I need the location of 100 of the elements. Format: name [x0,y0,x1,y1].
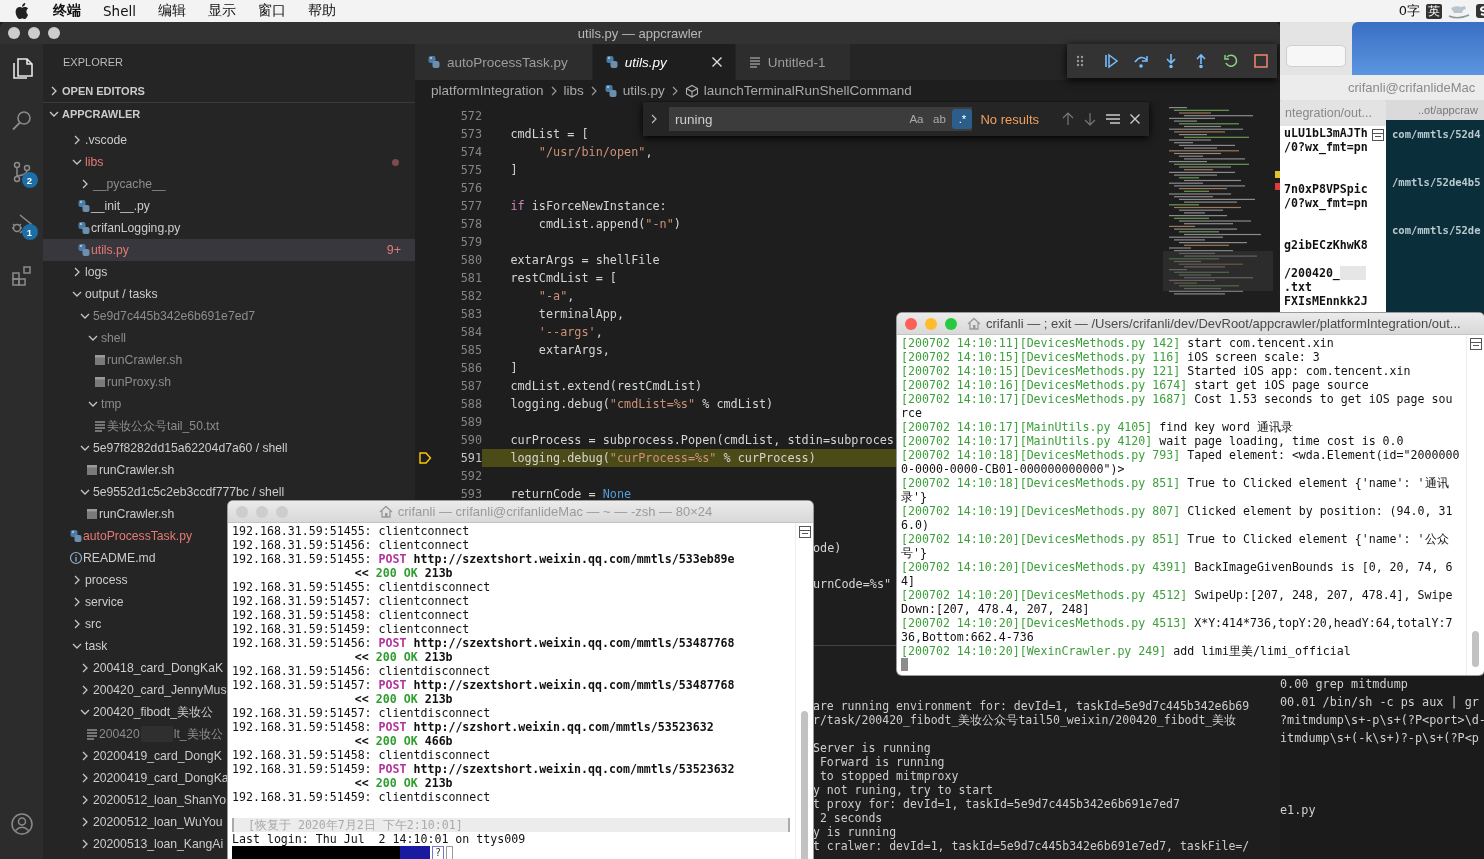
continue-icon[interactable] [1103,53,1119,69]
text-field[interactable] [1286,45,1346,67]
line-number: 574 [460,145,482,159]
tree-item[interactable]: 20200419_card_DongKa [43,767,229,789]
minimize-button[interactable] [28,27,40,39]
restart-icon[interactable] [1223,53,1239,69]
apple-icon[interactable] [15,3,29,19]
log-line: 192.168.31.59:51456: clientdisconnect [232,664,492,678]
close-icon[interactable] [710,56,723,68]
rocking-horse-icon[interactable] [1448,3,1470,19]
scrollbar-thumb[interactable] [1472,631,1479,667]
selection-lines-icon[interactable] [1105,112,1121,126]
word-count[interactable]: 0字 [1398,2,1420,20]
close-button[interactable] [8,27,20,39]
tree-item[interactable]: tmp [43,393,122,415]
tree-item[interactable]: 5e97f8282dd15a62204d7a60 / shell [43,437,288,459]
option-toggle[interactable]: Aa [906,109,927,129]
tree-item[interactable]: shell [43,327,127,349]
tree-item[interactable]: 200420_fibodt_美妆公 [43,701,214,723]
tree-item[interactable]: 20200513_loan_KangAi [43,833,224,855]
terminal-line: .txt [1284,280,1312,294]
tree-item[interactable]: 200420_card_JennyMus [43,679,227,701]
count-badge: 1 [21,224,38,240]
menu-item[interactable]: Shell [91,3,146,19]
extensions-icon[interactable] [9,264,34,288]
editor-tab[interactable]: utils.py [592,44,736,80]
breadcrumb[interactable]: platformIntegration [431,83,544,98]
tree-item[interactable]: 美妆公众号tail_50.txt [43,415,220,437]
tree-item[interactable]: libs [43,151,415,173]
breadcrumb[interactable]: utils.py [622,83,665,98]
code-line: ] [509,360,518,377]
tree-item[interactable]: src [43,613,102,635]
tree-item[interactable]: 20200419_card_DongK [43,745,222,767]
pane-icon[interactable] [798,526,811,538]
step-into-icon[interactable] [1163,53,1179,69]
tree-item[interactable]: utils.py 9+ [43,239,415,261]
tree-item[interactable]: runProxy.sh [43,371,172,393]
log-line: 192.168.31.59:51456: POST http://szextshort.weixin.qq.com/mmtls/53487768 [232,636,736,650]
section-header[interactable]: OPEN EDITORS [43,80,415,102]
tree-item[interactable]: __init__.py [43,195,150,217]
section-header[interactable]: APPCRAWLER [43,102,415,124]
tree-item[interactable]: task [43,635,108,657]
terminal-line: t proxy for: devId=1, taskId=5e9d7c445b342e6b691e7ed7 [813,797,1181,811]
tree-item[interactable]: 200420 lt_美妆公 [43,723,223,745]
tree-item[interactable]: output / tasks [43,283,158,305]
tree-item[interactable]: crifanLogging.py [43,217,181,239]
arrow-up-icon[interactable] [1061,111,1075,127]
tree-item[interactable]: 20200512_loan_ShanYo [43,789,227,811]
option-toggle[interactable]: .* [952,109,973,129]
stop-icon[interactable] [1253,53,1269,69]
code-line: logging.debug("cmdList=%s" % cmdList) [509,396,774,413]
close-icon[interactable] [1129,113,1141,125]
scrollbar-thumb[interactable] [801,711,808,859]
zoom-button[interactable] [48,27,60,39]
tree-item[interactable]: .vscode [43,129,127,151]
menu-item[interactable]: 显示 [195,2,246,20]
file-icon [93,375,107,389]
tree-item[interactable]: runCrawler.sh [43,503,175,525]
tree-item[interactable]: 5e9552d1c5c2eb3ccdf777bc / shell [43,481,285,503]
tree-item[interactable]: runCrawler.sh [43,349,183,371]
tree-item[interactable]: autoProcessTask.py [43,525,193,547]
menu-item[interactable]: 帮助 [295,2,346,20]
breadcrumb[interactable]: libs [563,83,584,98]
input-method-badge[interactable]: 英 [1426,3,1442,19]
log-line: [200702 14:10:18][DevicesMethods.py 793] Taped element: <wda.Element(id="20000000-0000-0000-CB01-000000000000")> [901,448,1460,476]
search-field[interactable]: runing Aa ab .* [669,107,973,131]
menu-item[interactable]: 终端 [41,2,91,20]
tree-item[interactable]: process [43,569,128,591]
overview-ruler-drawing [1275,171,1280,190]
code-line: urnCode=%s" [813,576,892,593]
tree-item[interactable]: 20200512_loan_WuYou [43,811,223,833]
menu-item[interactable]: 编辑 [145,2,196,20]
tree-item[interactable]: service [43,591,124,613]
python-icon [604,55,619,69]
option-toggle[interactable]: ab [929,109,950,129]
tree-item[interactable]: __pycache__ [43,173,166,195]
line-number: 591 [460,451,482,465]
tree-item[interactable]: 200418_card_DongKaK [43,657,224,679]
line-number: 588 [460,397,482,411]
pane-icon[interactable] [1372,129,1384,141]
lines-icon [93,419,107,433]
breadcrumb[interactable]: launchTerminalRunShellCommand [703,83,912,98]
pane-icon[interactable] [1469,338,1482,350]
log-line: 192.168.31.59:51457: POST http://szextshort.weixin.qq.com/mmtls/53487768 [232,678,736,692]
tree-item[interactable]: 5e9d7c445b342e6b691e7ed7 [43,305,255,327]
account-icon[interactable] [9,812,34,836]
text-cursor [901,658,908,671]
tree-item[interactable]: logs [43,261,108,283]
bug-play-icon[interactable] [9,212,34,236]
redacted-block [1339,266,1366,280]
editor-tab[interactable]: autoProcessTask.py [415,44,593,80]
tree-item[interactable]: runCrawler.sh [43,459,175,481]
info-icon [69,551,83,565]
step-over-icon[interactable] [1133,53,1149,69]
terminal-line: /0?wx_fmt=pn [1284,196,1369,210]
log-line: [200702 14:10:17][MainUtils.py 4120] wait page loading, time cost is 0.0 [901,434,1405,448]
menu-item[interactable]: 窗口 [245,2,296,20]
arrow-down-icon[interactable] [1083,111,1097,127]
tree-item[interactable]: README.md [43,547,156,569]
editor-tab[interactable]: Untitled-1 [735,44,851,80]
